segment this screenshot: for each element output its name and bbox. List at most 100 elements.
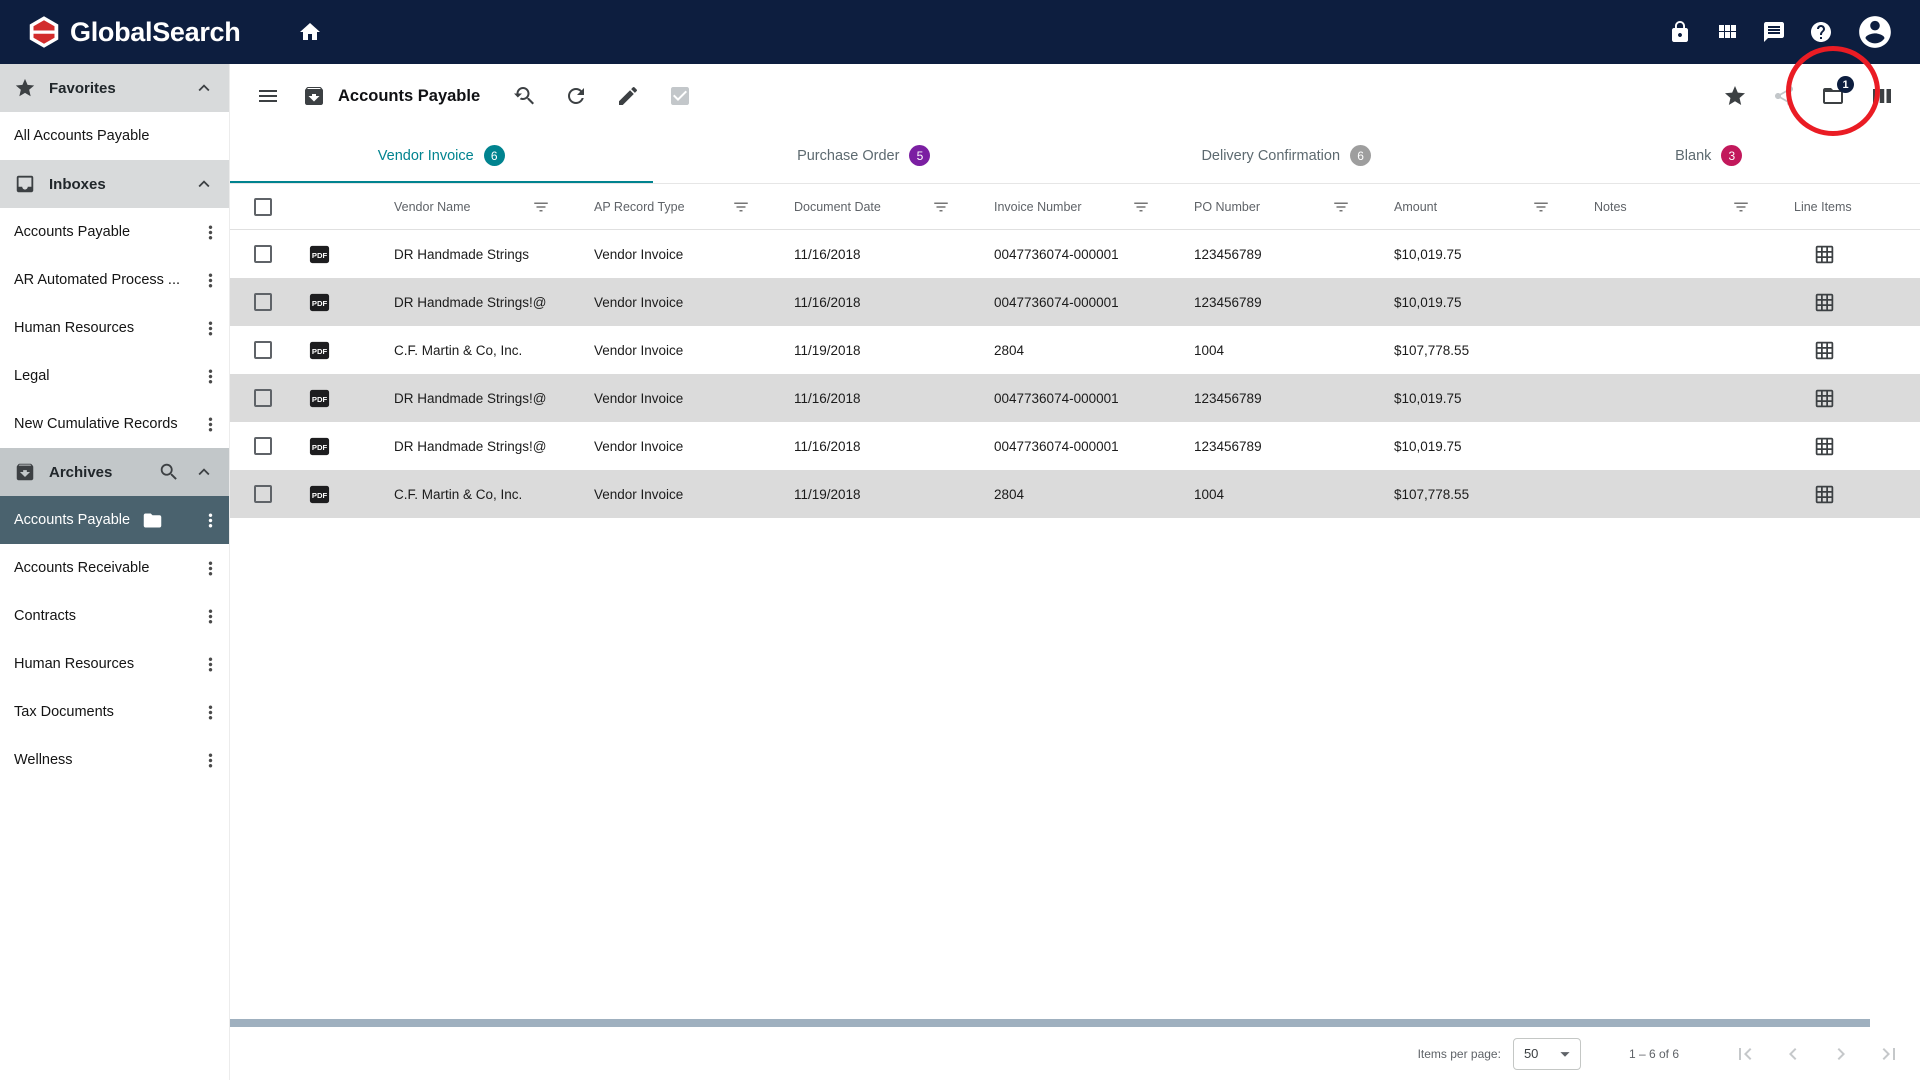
pdf-file-icon[interactable] (306, 483, 333, 506)
chevron-up-icon[interactable] (193, 173, 215, 195)
pdf-file-icon[interactable] (306, 339, 333, 362)
lock-button[interactable] (1668, 20, 1692, 44)
refresh-icon (564, 84, 588, 108)
sidebar-item-label: Tax Documents (14, 704, 200, 720)
select-all-checkbox[interactable] (254, 198, 272, 216)
cell-amount: $10,019.75 (1394, 391, 1594, 406)
filter-icon[interactable] (732, 198, 750, 216)
kebab-menu-button[interactable] (200, 510, 221, 531)
chevron-up-icon[interactable] (193, 461, 215, 483)
table-row[interactable]: DR Handmade Strings!@ Vendor Invoice 11/… (230, 374, 1920, 422)
edit-button[interactable] (616, 84, 640, 108)
line-items-icon[interactable] (1814, 388, 1835, 409)
line-items-icon[interactable] (1814, 292, 1835, 313)
tab-count-badge: 6 (484, 145, 505, 166)
cell-ap-record-type: Vendor Invoice (594, 295, 794, 310)
filter-icon[interactable] (1532, 198, 1550, 216)
user-avatar-button[interactable] (1856, 13, 1894, 51)
archive-item-tax-documents[interactable]: Tax Documents (0, 688, 229, 736)
horizontal-scrollbar[interactable] (230, 1019, 1870, 1027)
inbox-item-ar-automated-process[interactable]: AR Automated Process ... (0, 256, 229, 304)
line-items-icon[interactable] (1814, 484, 1835, 505)
sidebar-section-favorites[interactable]: Favorites (0, 64, 229, 112)
archive-item-contracts[interactable]: Contracts (0, 592, 229, 640)
cell-ap-record-type: Vendor Invoice (594, 247, 794, 262)
tab-count-badge: 3 (1721, 145, 1742, 166)
table-row[interactable]: DR Handmade Strings!@ Vendor Invoice 11/… (230, 422, 1920, 470)
pdf-file-icon[interactable] (306, 435, 333, 458)
menu-button[interactable] (256, 84, 280, 108)
favorite-star-button[interactable] (1723, 84, 1747, 108)
apps-grid-button[interactable] (1715, 20, 1739, 44)
sidebar-section-inboxes[interactable]: Inboxes (0, 160, 229, 208)
archive-item-accounts-payable[interactable]: Accounts Payable (0, 496, 229, 544)
table-row[interactable]: C.F. Martin & Co, Inc. Vendor Invoice 11… (230, 326, 1920, 374)
pdf-file-icon[interactable] (306, 291, 333, 314)
chevron-up-icon[interactable] (193, 77, 215, 99)
last-page-button[interactable] (1877, 1042, 1901, 1066)
tab-vendor-invoice[interactable]: Vendor Invoice 6 (230, 128, 653, 183)
previous-page-button[interactable] (1781, 1042, 1805, 1066)
filter-icon[interactable] (532, 198, 550, 216)
topbar-actions (1668, 13, 1894, 51)
chat-button[interactable] (1762, 20, 1786, 44)
filter-icon[interactable] (1332, 198, 1350, 216)
kebab-menu-button[interactable] (200, 750, 221, 771)
row-checkbox[interactable] (254, 389, 272, 407)
sidebar-item-label: Accounts Payable (14, 224, 200, 240)
first-page-button[interactable] (1733, 1042, 1757, 1066)
inbox-item-legal[interactable]: Legal (0, 352, 229, 400)
folder-button[interactable]: 1 (1821, 84, 1845, 108)
kebab-menu-button[interactable] (200, 654, 221, 675)
search-records-button[interactable] (512, 84, 536, 108)
line-items-icon[interactable] (1814, 436, 1835, 457)
kebab-menu-button[interactable] (200, 270, 221, 291)
line-items-icon[interactable] (1814, 244, 1835, 265)
kebab-menu-button[interactable] (200, 702, 221, 723)
cell-document-date: 11/16/2018 (794, 391, 994, 406)
layout-view-button[interactable] (1870, 84, 1894, 108)
home-button[interactable] (298, 20, 322, 44)
inbox-item-human-resources[interactable]: Human Resources (0, 304, 229, 352)
items-per-page-select[interactable]: 50 (1513, 1038, 1581, 1070)
row-checkbox[interactable] (254, 485, 272, 503)
pdf-file-icon[interactable] (306, 387, 333, 410)
archive-item-human-resources[interactable]: Human Resources (0, 640, 229, 688)
search-icon[interactable] (158, 461, 180, 483)
kebab-menu-button[interactable] (200, 366, 221, 387)
inbox-item-accounts-payable[interactable]: Accounts Payable (0, 208, 229, 256)
cell-ap-record-type: Vendor Invoice (594, 487, 794, 502)
refresh-button[interactable] (564, 84, 588, 108)
archive-item-accounts-receivable[interactable]: Accounts Receivable (0, 544, 229, 592)
inbox-item-new-cumulative-records[interactable]: New Cumulative Records (0, 400, 229, 448)
kebab-menu-button[interactable] (200, 318, 221, 339)
row-checkbox[interactable] (254, 245, 272, 263)
filter-icon[interactable] (1732, 198, 1750, 216)
filter-icon[interactable] (932, 198, 950, 216)
row-checkbox[interactable] (254, 437, 272, 455)
kebab-menu-button[interactable] (200, 558, 221, 579)
table-row[interactable]: DR Handmade Strings!@ Vendor Invoice 11/… (230, 278, 1920, 326)
table-row[interactable]: DR Handmade Strings Vendor Invoice 11/16… (230, 230, 1920, 278)
tab-delivery-confirmation[interactable]: Delivery Confirmation 6 (1075, 128, 1498, 183)
sidebar-item-label: Human Resources (14, 320, 200, 336)
tab-purchase-order[interactable]: Purchase Order 5 (653, 128, 1076, 183)
filter-icon[interactable] (1132, 198, 1150, 216)
kebab-menu-button[interactable] (200, 222, 221, 243)
table-row[interactable]: C.F. Martin & Co, Inc. Vendor Invoice 11… (230, 470, 1920, 518)
pdf-file-icon[interactable] (306, 243, 333, 266)
tab-blank[interactable]: Blank 3 (1498, 128, 1920, 183)
row-checkbox[interactable] (254, 341, 272, 359)
next-page-button[interactable] (1829, 1042, 1853, 1066)
favorite-item-all-accounts-payable[interactable]: All Accounts Payable (0, 112, 229, 160)
pagination-range: 1 – 6 of 6 (1629, 1047, 1679, 1061)
line-items-icon[interactable] (1814, 340, 1835, 361)
row-checkbox[interactable] (254, 293, 272, 311)
help-button[interactable] (1809, 20, 1833, 44)
sidebar-section-archives[interactable]: Archives (0, 448, 229, 496)
kebab-menu-button[interactable] (200, 606, 221, 627)
document-type-tabs: Vendor Invoice 6 Purchase Order 5 Delive… (230, 128, 1920, 184)
cell-invoice-number: 2804 (994, 343, 1194, 358)
kebab-menu-button[interactable] (200, 414, 221, 435)
archive-item-wellness[interactable]: Wellness (0, 736, 229, 784)
